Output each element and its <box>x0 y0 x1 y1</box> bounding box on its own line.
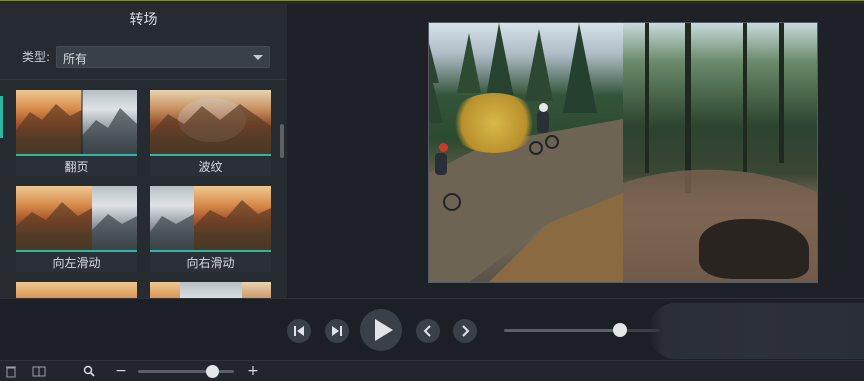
filter-label: 类型: <box>22 50 51 64</box>
zoom-slider-track[interactable] <box>138 370 234 373</box>
obscured-area <box>648 303 864 359</box>
transition-thumbnail <box>150 186 271 250</box>
selection-indicator <box>0 96 3 138</box>
transition-label: 翻页 <box>64 160 89 174</box>
step-forward-icon <box>332 326 342 336</box>
scrollbar-thumb[interactable] <box>280 124 284 158</box>
transport-bar <box>0 298 864 360</box>
transition-tile-partial[interactable] <box>150 282 271 298</box>
prev-frame-button[interactable] <box>287 319 311 343</box>
step-back-icon <box>294 326 304 336</box>
preview-window <box>428 22 818 283</box>
transition-grid: 翻页 波纹 向左滑动 向右滑动 <box>0 82 287 298</box>
bottom-toolbar: − + <box>0 360 864 381</box>
filter-value: 所有 <box>63 52 88 66</box>
transition-tile-ripple[interactable]: 波纹 <box>150 90 271 176</box>
helmet <box>539 103 548 112</box>
tile-accent-bar <box>150 154 271 156</box>
foliage <box>449 93 539 153</box>
preview-clip-a <box>429 23 623 282</box>
transition-thumbnail <box>16 282 137 298</box>
play-button[interactable] <box>360 309 402 351</box>
bike-wheel <box>443 193 461 211</box>
transition-tile-page-turn[interactable]: 翻页 <box>16 90 137 176</box>
transition-thumbnail <box>150 282 271 298</box>
trash-icon[interactable] <box>4 364 18 378</box>
playback-slider-thumb[interactable] <box>613 323 627 337</box>
rock <box>699 219 809 279</box>
bike-wheel <box>529 141 543 155</box>
transition-thumbnail <box>150 90 271 154</box>
next-button[interactable] <box>453 319 477 343</box>
next-frame-button[interactable] <box>325 319 349 343</box>
cyclist <box>537 111 549 133</box>
transition-label: 波纹 <box>198 160 223 174</box>
transitions-panel: 转场 类型: 所有 翻页 波纹 向左滑动 向右滑动 <box>0 4 287 298</box>
tile-accent-bar <box>16 250 137 252</box>
play-icon <box>375 319 393 341</box>
split-icon[interactable] <box>32 364 46 378</box>
zoom-in-button[interactable]: + <box>246 364 260 378</box>
transition-label: 向右滑动 <box>186 256 235 270</box>
playback-slider-track[interactable] <box>504 329 620 332</box>
transition-label: 向左滑动 <box>52 256 101 270</box>
zoom-out-button[interactable]: − <box>114 364 128 378</box>
cyclist <box>435 153 447 175</box>
transition-thumbnail <box>16 90 137 154</box>
bike-wheel <box>545 135 559 149</box>
transition-tile-slide-left[interactable]: 向左滑动 <box>16 186 137 272</box>
scrollbar-track[interactable] <box>279 82 285 298</box>
chevron-left-icon <box>423 325 431 337</box>
transition-tile-partial[interactable] <box>16 282 137 298</box>
tile-accent-bar <box>16 154 137 156</box>
previous-button[interactable] <box>416 319 440 343</box>
transition-thumbnail <box>16 186 137 250</box>
tile-accent-bar <box>150 250 271 252</box>
transition-tile-slide-right[interactable]: 向右滑动 <box>150 186 271 272</box>
type-filter-select[interactable]: 所有 <box>56 46 270 68</box>
search-icon <box>82 364 96 378</box>
panel-title: 转场 <box>129 12 158 28</box>
chevron-right-icon <box>462 325 470 337</box>
divider <box>0 79 287 80</box>
chevron-down-icon <box>253 55 263 60</box>
filter-row: 类型: 所有 <box>0 40 287 76</box>
zoom-slider-thumb[interactable] <box>206 365 219 378</box>
helmet <box>439 143 448 152</box>
